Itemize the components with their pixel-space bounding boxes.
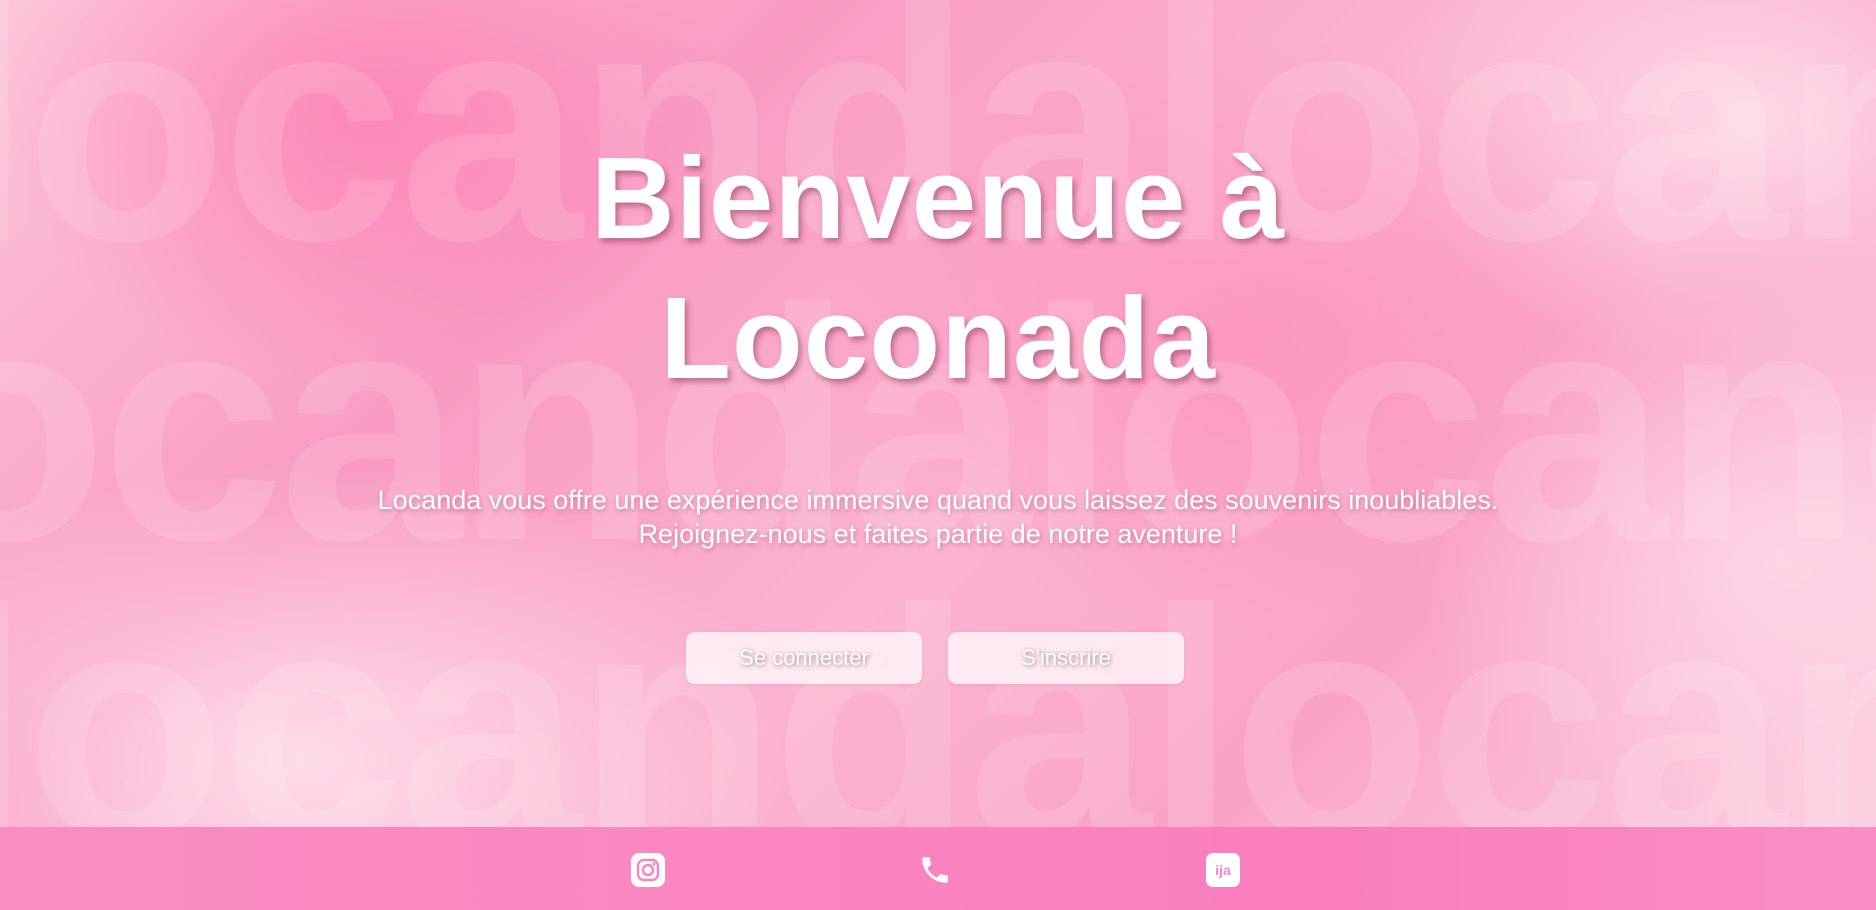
app-icon-glyph: ija (1215, 862, 1231, 878)
signup-button[interactable]: S'inscrire (948, 632, 1184, 684)
title-line-2: Loconada (660, 273, 1216, 403)
app-icon[interactable]: ija (1206, 853, 1240, 887)
description-line-2: Rejoignez-nous et faites partie de notre… (638, 519, 1238, 549)
login-button[interactable]: Se connecter (686, 632, 922, 684)
background-logo-pattern: locandalocanda locandalocanda locandaloc… (0, 0, 1876, 827)
footer-bar: ija (0, 827, 1876, 910)
instagram-icon[interactable] (631, 853, 665, 887)
hero-section: locandalocanda locandalocanda locandaloc… (0, 0, 1876, 827)
phone-icon[interactable] (918, 853, 952, 887)
watermark-row: locandalocanda (0, 540, 1876, 828)
title-line-1: Bienvenue à (590, 133, 1286, 263)
description-line-1: Locanda vous offre une expérience immers… (377, 485, 1499, 515)
welcome-description: Locanda vous offre une expérience immers… (0, 483, 1876, 551)
page-title: Bienvenue à Loconada (0, 128, 1876, 408)
